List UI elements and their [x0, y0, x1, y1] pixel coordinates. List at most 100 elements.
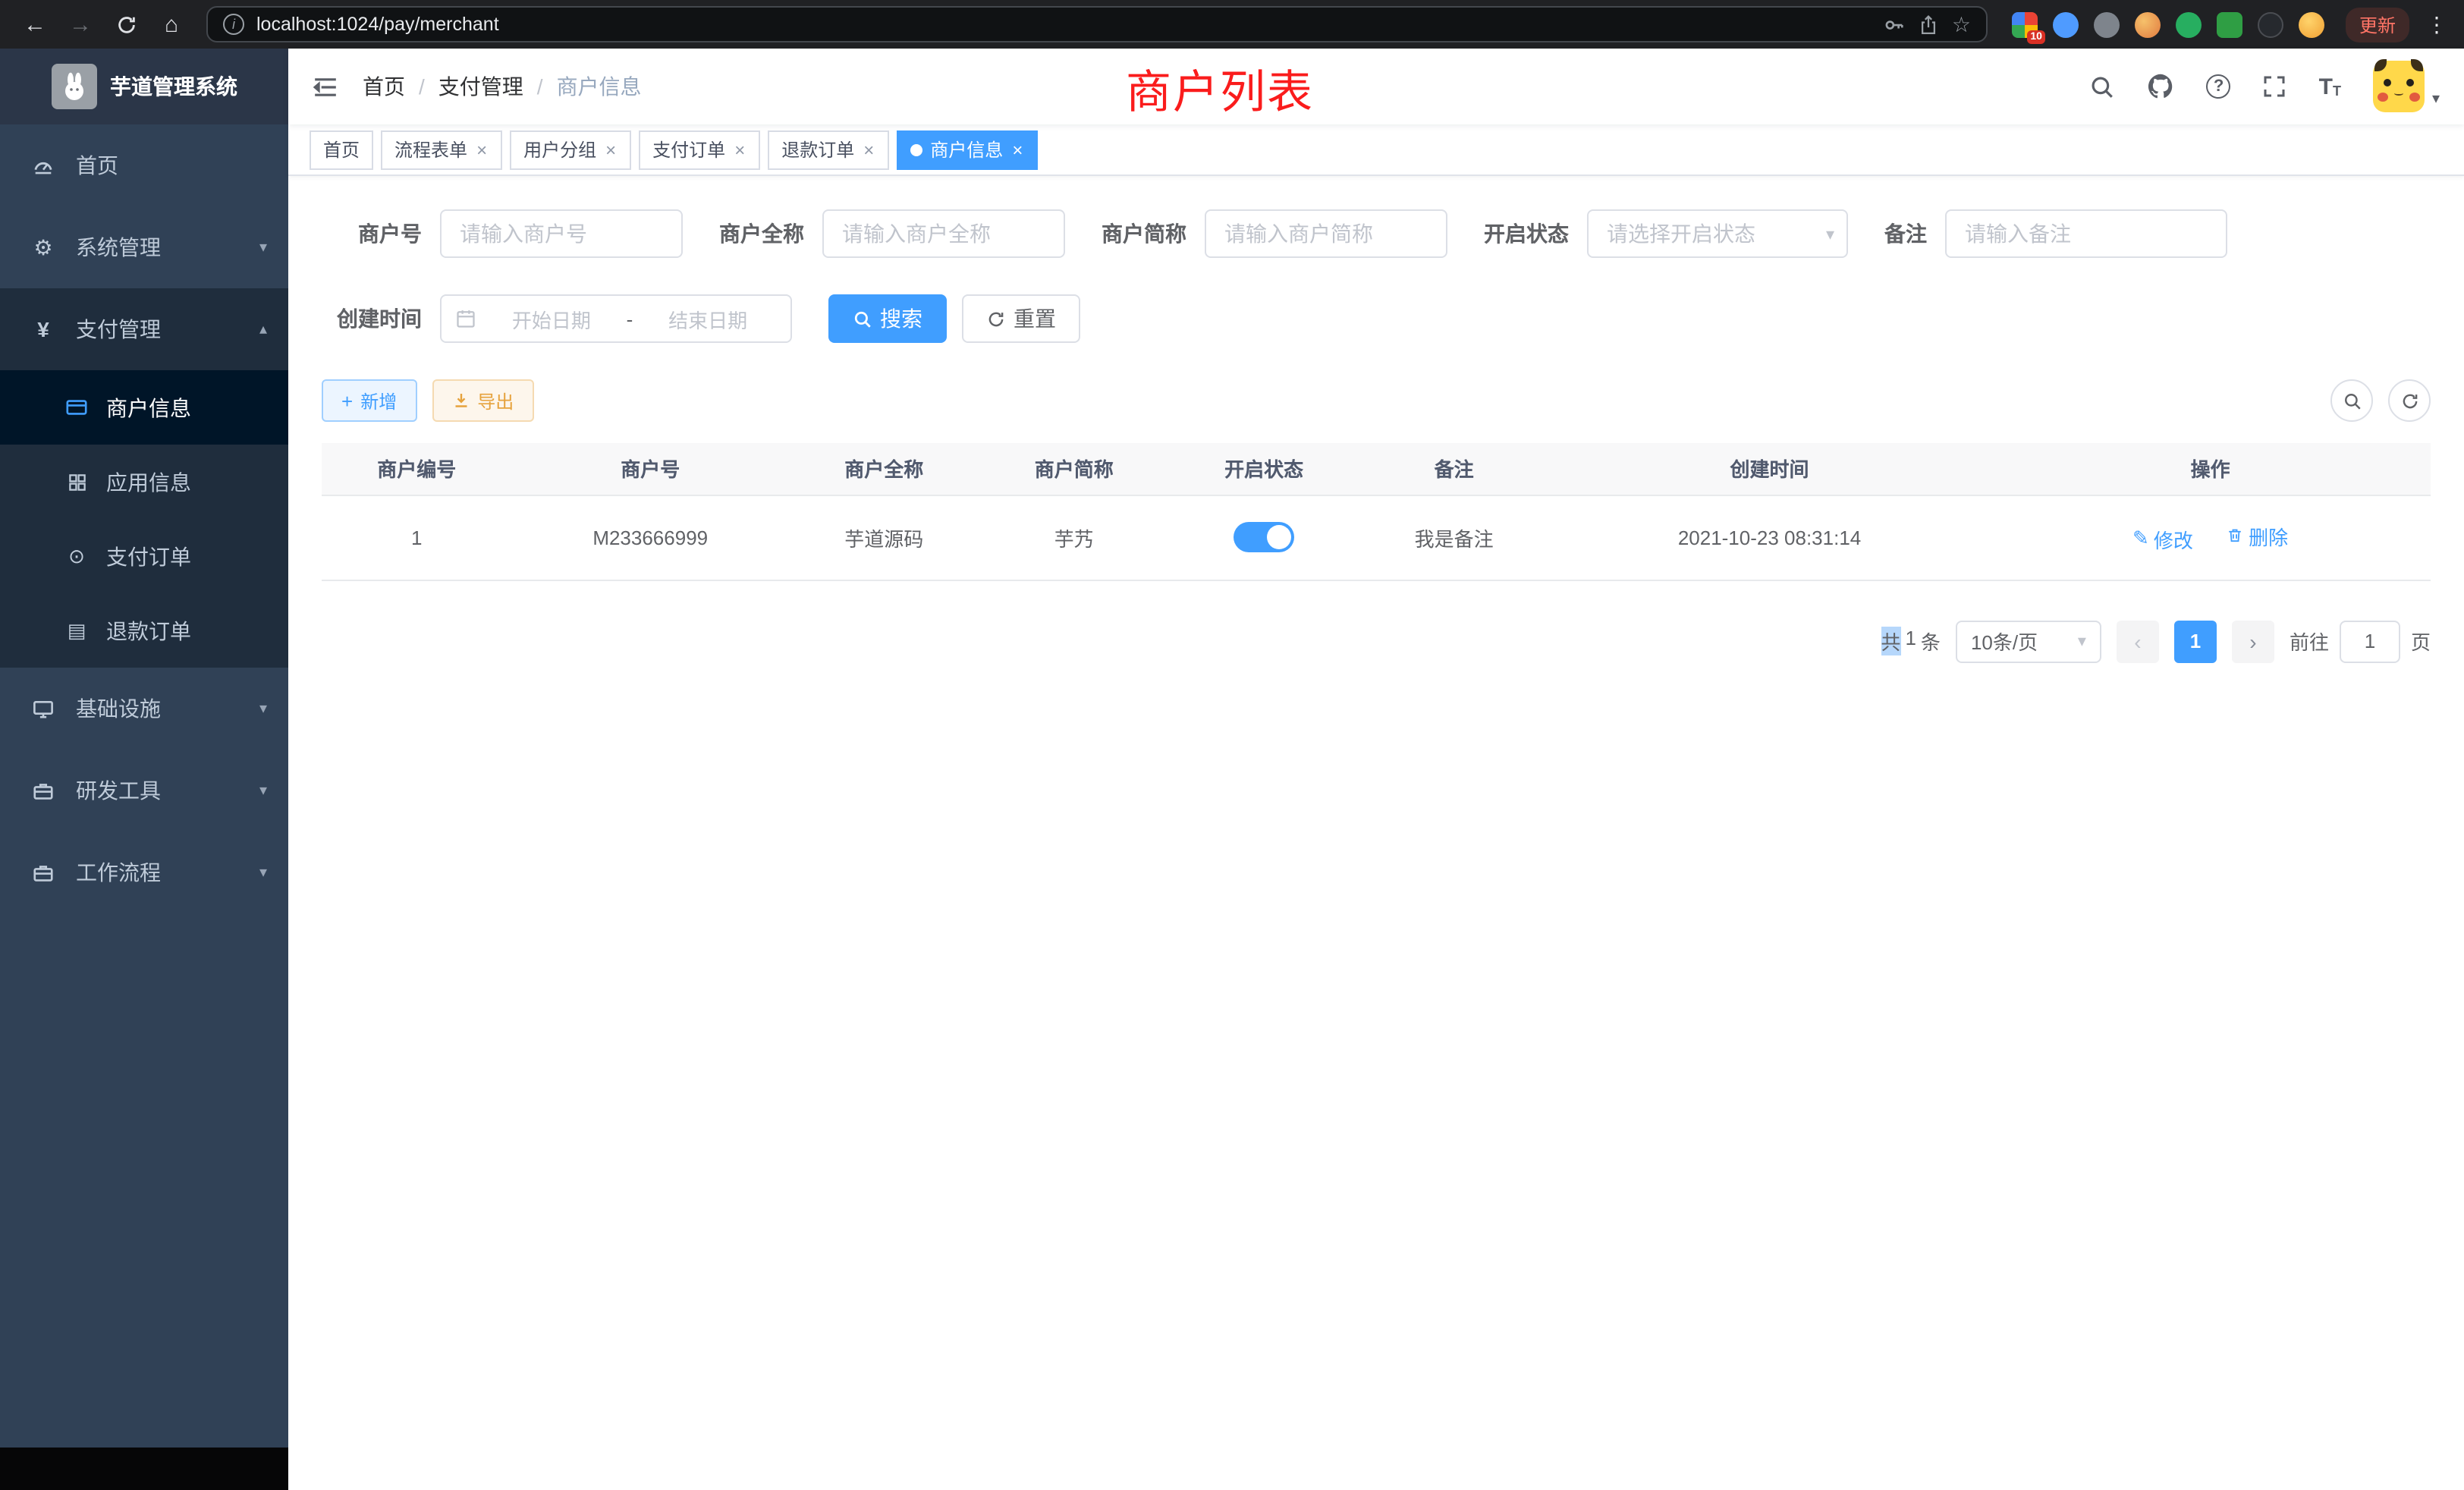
sidebar-item-system[interactable]: ⚙ 系统管理 ▾ — [0, 206, 288, 288]
merchant-no-input[interactable] — [440, 209, 683, 258]
close-icon[interactable]: × — [862, 140, 875, 159]
tag-refund-order[interactable]: 退款订单 × — [768, 130, 889, 169]
sidebar-submenu-pay: 商户信息 应用信息 ⊙ 支付订单 ▤ 退款订单 — [0, 370, 288, 668]
col-remark: 备注 — [1359, 443, 1548, 495]
sidebar-item-workflow[interactable]: 工作流程 ▾ — [0, 831, 288, 913]
breadcrumb-home[interactable]: 首页 — [363, 71, 405, 102]
home-icon[interactable]: ⌂ — [152, 6, 191, 42]
total-suffix: 条 — [1921, 627, 1941, 655]
tag-home[interactable]: 首页 — [310, 130, 373, 169]
browser-menu-icon[interactable]: ⋮ — [2425, 11, 2449, 37]
field-label: 商户简称 — [1102, 218, 1186, 249]
tag-user-group[interactable]: 用户分组 × — [510, 130, 631, 169]
cell-merchant-no: M233666999 — [511, 495, 789, 580]
page-unit-label: 页 — [2411, 627, 2431, 655]
extension-icon[interactable] — [2258, 11, 2283, 37]
extension-icon[interactable] — [2299, 11, 2324, 37]
add-button[interactable]: + 新增 — [322, 379, 416, 422]
breadcrumb-pay[interactable]: 支付管理 — [438, 71, 523, 102]
logo[interactable]: 芋道管理系统 — [0, 49, 288, 124]
date-range-picker[interactable]: 开始日期 - 结束日期 — [440, 294, 792, 343]
reset-button-label: 重置 — [1014, 303, 1056, 334]
fullscreen-icon[interactable] — [2263, 74, 2287, 99]
tag-label: 用户分组 — [523, 137, 596, 162]
sidebar-item-merchant-info[interactable]: 商户信息 — [0, 370, 288, 445]
font-size-icon[interactable]: TT — [2319, 75, 2341, 98]
merchant-table: 商户编号 商户号 商户全称 商户简称 开启状态 备注 创建时间 操作 1 — [322, 443, 2431, 580]
bookmark-star-icon[interactable]: ☆ — [1952, 11, 1971, 37]
password-key-icon[interactable] — [1884, 13, 1906, 36]
tag-label: 流程表单 — [394, 137, 467, 162]
help-icon[interactable]: ? — [2207, 74, 2231, 99]
url-text[interactable]: localhost:1024/pay/merchant — [256, 14, 1872, 35]
tag-pay-order[interactable]: 支付订单 × — [639, 130, 760, 169]
sidebar-item-pay-order[interactable]: ⊙ 支付订单 — [0, 519, 288, 593]
next-page-button[interactable]: › — [2232, 620, 2274, 662]
yen-icon: ¥ — [30, 317, 56, 341]
search-button[interactable]: 搜索 — [828, 294, 947, 343]
sidebar-item-label: 应用信息 — [106, 467, 191, 497]
pagination-jumper: 前往 页 — [2290, 620, 2431, 662]
extension-icon[interactable] — [2094, 11, 2120, 37]
field-merchant-no: 商户号 — [322, 209, 683, 258]
goto-page-input[interactable] — [2340, 620, 2400, 662]
search-icon[interactable] — [2090, 74, 2116, 99]
back-icon[interactable]: ← — [15, 6, 55, 42]
share-icon[interactable] — [1919, 13, 1940, 36]
toolbar: + 新增 导出 — [322, 379, 2431, 422]
browser-update-button[interactable]: 更新 — [2346, 7, 2409, 42]
page-1-button[interactable]: 1 — [2174, 620, 2217, 662]
avatar[interactable] — [2373, 61, 2425, 112]
tag-process-form[interactable]: 流程表单 × — [381, 130, 502, 169]
forward-icon[interactable]: → — [61, 6, 100, 42]
total-prefix: 共 — [1881, 627, 1900, 655]
close-icon[interactable]: × — [475, 140, 489, 159]
close-icon[interactable]: × — [604, 140, 618, 159]
extension-icon[interactable] — [2176, 11, 2202, 37]
export-button[interactable]: 导出 — [432, 379, 533, 422]
full-name-input[interactable] — [822, 209, 1065, 258]
logo-avatar-rabbit — [51, 64, 96, 109]
reset-button[interactable]: 重置 — [962, 294, 1080, 343]
reload-icon[interactable] — [106, 6, 146, 42]
edit-link[interactable]: ✎ 修改 — [2132, 524, 2193, 553]
sidebar-item-app-info[interactable]: 应用信息 — [0, 445, 288, 519]
extension-icon[interactable] — [2217, 11, 2242, 37]
status-toggle[interactable] — [1234, 522, 1294, 552]
arrow-right-icon: › — [2249, 629, 2256, 653]
status-select[interactable]: 请选择开启状态 ▾ — [1587, 209, 1848, 258]
pagination: 共 1 条 10条/页 ▾ ‹ 1 › — [322, 620, 2431, 662]
user-menu[interactable]: ▾ — [2373, 61, 2440, 112]
site-info-icon[interactable]: i — [223, 14, 244, 35]
tag-merchant-info[interactable]: 商户信息 × — [897, 130, 1038, 169]
sidebar-item-refund-order[interactable]: ▤ 退款订单 — [0, 593, 288, 668]
remark-input[interactable] — [1945, 209, 2227, 258]
col-short-name: 商户简称 — [979, 443, 1168, 495]
plus-icon: + — [341, 389, 353, 412]
github-icon[interactable] — [2148, 73, 2175, 100]
page-size-select[interactable]: 10条/页 ▾ — [1956, 620, 2101, 662]
search-form-row-2: 创建时间 开始日期 - 结束日期 搜索 — [322, 294, 2431, 343]
field-create-time: 创建时间 开始日期 - 结束日期 — [322, 294, 792, 343]
refresh-icon[interactable] — [2388, 379, 2431, 422]
extension-icon[interactable]: 10 — [2012, 11, 2038, 37]
delete-link[interactable]: 删除 — [2226, 521, 2288, 550]
hamburger-icon[interactable] — [313, 74, 338, 99]
sidebar-item-dev-tools[interactable]: 研发工具 ▾ — [0, 750, 288, 831]
sidebar-item-pay[interactable]: ¥ 支付管理 ▴ — [0, 288, 288, 370]
close-icon[interactable]: × — [1010, 140, 1024, 159]
cell-status — [1169, 495, 1359, 580]
prev-page-button[interactable]: ‹ — [2117, 620, 2159, 662]
toggle-search-icon[interactable] — [2330, 379, 2373, 422]
short-name-input[interactable] — [1205, 209, 1447, 258]
sidebar-item-home[interactable]: 首页 — [0, 124, 288, 206]
extension-icon[interactable] — [2053, 11, 2079, 37]
goto-label: 前往 — [2290, 627, 2329, 655]
extensions-row: 10 — [2012, 11, 2324, 37]
address-bar[interactable]: i localhost:1024/pay/merchant ☆ — [206, 6, 1988, 42]
close-icon[interactable]: × — [733, 140, 746, 159]
extension-icon[interactable] — [2135, 11, 2161, 37]
edit-label: 修改 — [2154, 524, 2193, 553]
pagination-total: 共 1 条 — [1881, 627, 1941, 655]
sidebar-item-infra[interactable]: 基础设施 ▾ — [0, 668, 288, 750]
